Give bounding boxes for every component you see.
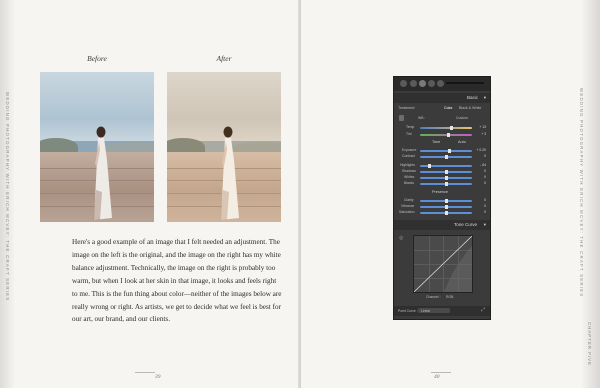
photo-after [167,72,281,222]
highlights-value[interactable]: - 64 [474,163,486,167]
contrast-value[interactable]: 0 [474,154,486,158]
saturation-value[interactable]: 0 [474,210,486,214]
temp-label: Temp [406,125,415,129]
channel-label: Channel : [426,295,441,299]
wb-label: WB : [418,116,426,120]
tool-slider[interactable] [446,82,484,84]
clarity-value[interactable]: 0 [474,198,486,202]
whites-value[interactable]: 0 [474,175,486,179]
shadows-value[interactable]: 0 [474,169,486,173]
spot-removal-icon[interactable] [419,80,426,87]
chapter-label: CHAPTER FIVE [587,322,592,366]
bride-figure [220,126,239,220]
exposure-label: Exposure [402,148,417,152]
tint-knob[interactable] [447,133,450,137]
whites-label: Whites [404,175,415,179]
redeye-icon[interactable] [428,80,435,87]
saturation-knob[interactable] [445,211,448,215]
basic-header[interactable]: Basic ▾ [394,93,490,103]
collapse-triangle-icon[interactable]: ▾ [484,222,486,228]
wb-value[interactable]: Custom [456,116,468,120]
folio-rule [431,372,451,373]
temp-slider[interactable] [420,127,472,129]
curve-edit-icon[interactable]: ⤢ [481,307,485,313]
saturation-label: Saturation [399,210,415,214]
page-number: 39 [155,374,161,380]
clarity-label: Clarity [404,198,414,202]
exposure-knob[interactable] [448,149,451,153]
exposure-value[interactable]: + 0.20 [474,148,486,152]
caption-before: Before [87,54,107,63]
bride-figure [93,126,112,220]
photo-before [40,72,154,222]
grid-icon[interactable] [400,80,407,87]
contrast-label: Contrast [402,154,415,158]
tone-curve-header[interactable]: Tone Curve ▾ [394,220,490,230]
exposure-slider[interactable] [420,150,472,152]
tone-curve-title: Tone Curve [454,222,478,227]
book-spread: WEDDING PHOTOGRAPHY with ERICH MCVEY: TH… [0,0,600,388]
treatment-label: Treatment: [398,106,416,110]
highlights-knob[interactable] [428,164,431,168]
left-spine-text: WEDDING PHOTOGRAPHY with ERICH MCVEY: TH… [5,92,10,302]
point-curve-row: Point Curve : Linear ⤢ [394,306,490,316]
brush-icon[interactable] [437,80,444,87]
tone-auto-button[interactable]: Auto [458,140,466,144]
right-spine-text: WEDDING PHOTOGRAPHY with ERICH MCVEY: TH… [579,88,584,298]
point-curve-value[interactable]: Linear [421,309,430,313]
channel-value[interactable]: RGB [446,295,453,299]
tint-slider[interactable] [420,134,472,136]
folio-rule [135,372,155,373]
highlights-label: Highlights [400,163,415,167]
presence-label: Presence [432,190,449,194]
treatment-bw-tab[interactable]: Black & White [459,106,481,110]
vibrance-value[interactable]: 0 [474,204,486,208]
tint-label: Tint [406,132,412,136]
crop-icon[interactable] [410,80,417,87]
contrast-knob[interactable] [445,155,448,159]
shadows-label: Shadows [402,169,416,173]
tone-curve-graph[interactable] [413,235,473,293]
blacks-knob[interactable] [445,182,448,186]
tone-label: Tone [432,140,441,144]
clarity-knob[interactable] [445,199,448,203]
caption-after: After [216,54,232,63]
target-adjust-icon[interactable]: ◎ [399,235,403,241]
left-page: WEDDING PHOTOGRAPHY with ERICH MCVEY: TH… [0,0,299,388]
blacks-label: Blacks [404,181,414,185]
tint-value[interactable]: + 3 [474,132,486,136]
blacks-value[interactable]: 0 [474,181,486,185]
temp-knob[interactable] [450,126,453,130]
collapse-triangle-icon[interactable]: ▾ [484,95,486,101]
vibrance-knob[interactable] [445,205,448,209]
page-number: 40 [434,374,440,380]
vibrance-label: Vibrance [401,204,415,208]
basic-title: Basic [466,95,478,100]
tone-curve-line [414,236,472,292]
lightroom-develop-panel: Basic ▾ Treatment: Color Black & White W… [393,76,491,320]
point-curve-label: Point Curve : [398,309,418,313]
treatment-color-tab[interactable]: Color [444,106,453,110]
whites-knob[interactable] [445,176,448,180]
white-balance-picker-icon[interactable] [399,115,404,121]
tool-strip [394,77,490,91]
temp-value[interactable]: + 13 [474,125,486,129]
body-paragraph: Here's a good example of an image that I… [72,238,282,324]
shadows-knob[interactable] [445,170,448,174]
